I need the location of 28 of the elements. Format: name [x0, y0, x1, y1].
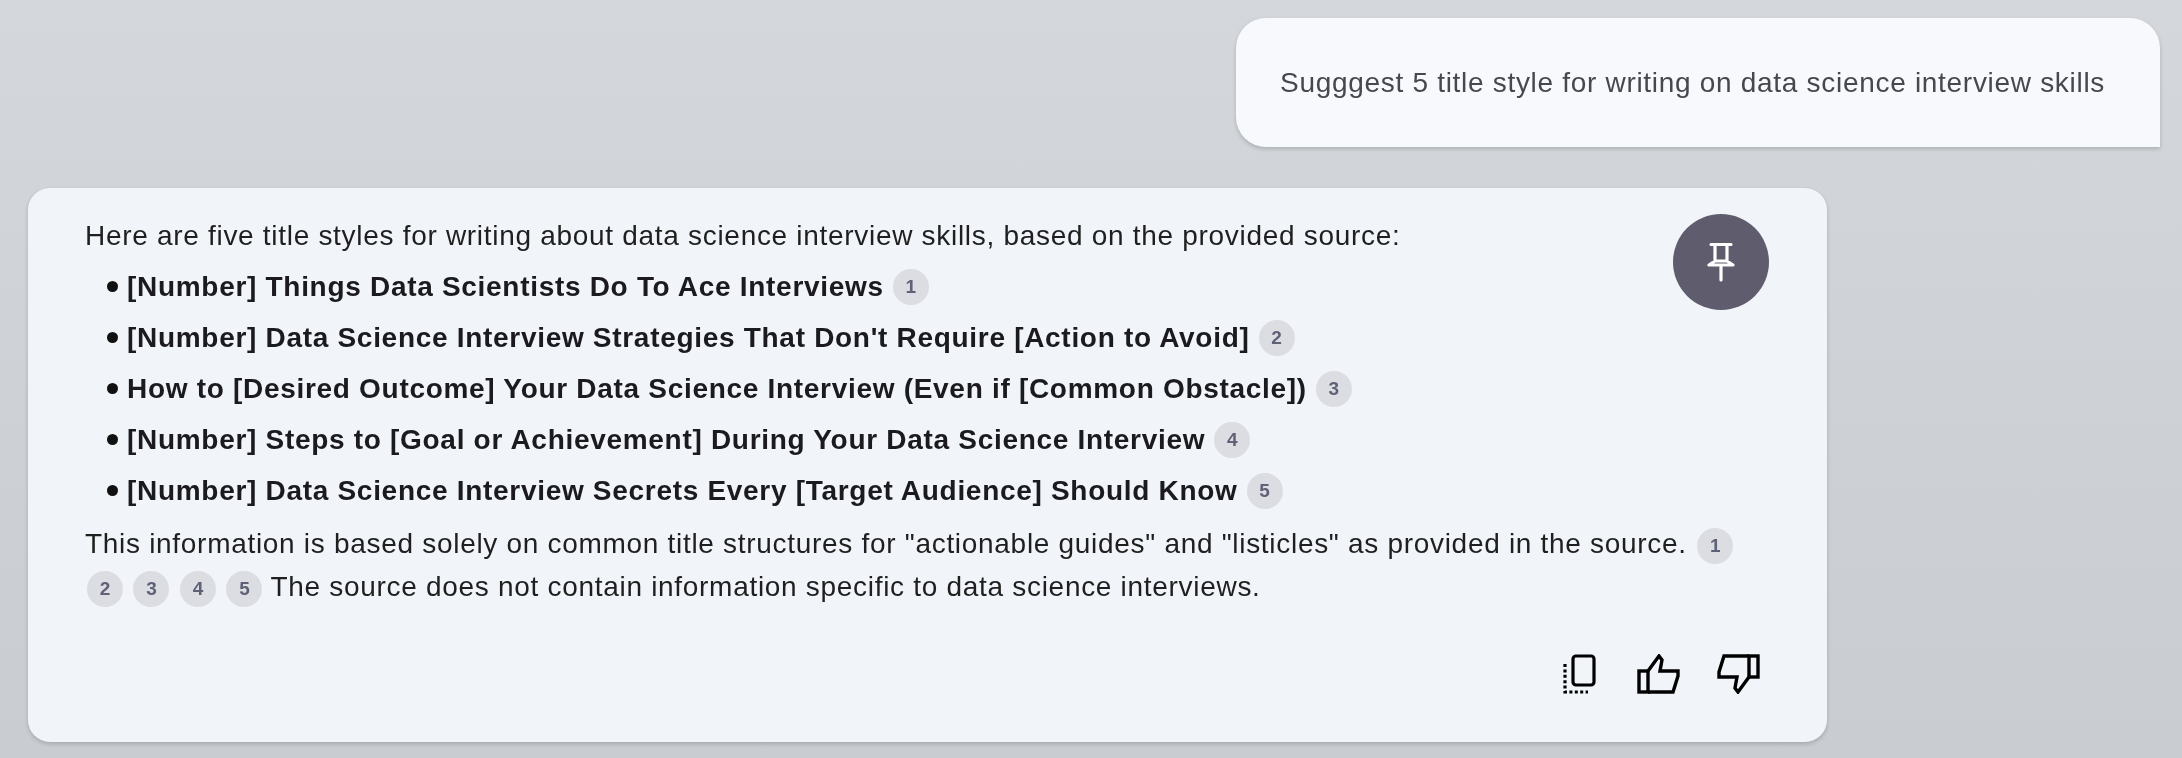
citation-chip[interactable]: 2: [87, 570, 123, 607]
citation-chip[interactable]: 2: [1258, 319, 1295, 356]
bullet-icon: [107, 332, 118, 343]
bullet-icon: [107, 383, 118, 394]
title-suggestion: [Number] Things Data Scientists Do To Ace Interviews: [127, 269, 884, 304]
response-text: This information is based solely on common title structures for "actionable guides" and "listicles" as provided in the source.: [85, 528, 1687, 559]
pin-icon: [1707, 242, 1735, 282]
thumbs-down-icon: [1716, 654, 1760, 694]
citation-chip[interactable]: 4: [1214, 421, 1251, 458]
bullet-icon: [107, 281, 118, 292]
citation-chip[interactable]: 3: [133, 570, 170, 607]
bullet-icon: [107, 434, 118, 445]
title-suggestion: [Number] Steps to [Goal or Achievement] During Your Data Science Interview: [127, 422, 1206, 457]
citation-chip[interactable]: 4: [179, 570, 216, 607]
message-text: Sugggest 5 title style for writing on data science interview skills: [1280, 65, 2106, 100]
citation-chip[interactable]: 5: [1246, 472, 1283, 509]
citation-chip[interactable]: 1: [1697, 527, 1734, 564]
thumbs-up-icon: [1636, 654, 1680, 694]
copy-icon: [1560, 654, 1596, 694]
response-text: The source does not contain information specific to data science interviews.: [270, 571, 1261, 602]
citation-chip[interactable]: 5: [226, 570, 263, 607]
title-suggestion: [Number] Data Science Interview Secrets Every [Target Audience] Should Know: [127, 473, 1238, 508]
response-text: Here are five title styles for writing about data science interview skills, based on the provided source:: [85, 218, 1401, 253]
title-suggestion: [Number] Data Science Interview Strategies That Don't Require [Action to Avoid]: [127, 320, 1250, 355]
title-suggestion: How to [Desired Outcome] Your Data Science Interview (Even if [Common Obstacle]): [127, 371, 1307, 406]
citation-chip[interactable]: 3: [1315, 370, 1352, 407]
citation-chip[interactable]: 1: [892, 268, 929, 305]
bullet-icon: [107, 485, 118, 496]
